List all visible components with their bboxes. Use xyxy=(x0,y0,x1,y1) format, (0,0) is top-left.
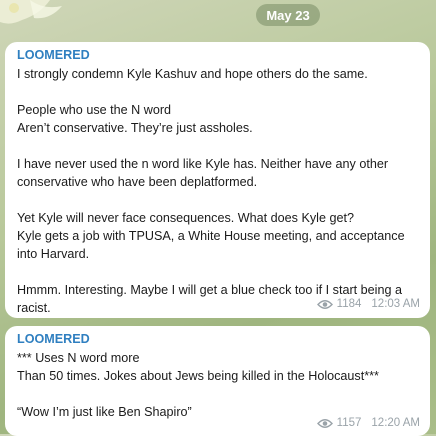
wallpaper-flower-decoration xyxy=(0,0,62,24)
eye-icon xyxy=(316,299,333,309)
message-paragraph: Yet Kyle will never face consequences. W… xyxy=(17,211,405,261)
message-bubble[interactable]: LOOMERED *** Uses N word more Than 50 ti… xyxy=(5,326,430,436)
eye-icon xyxy=(316,418,333,428)
message-bubble[interactable]: LOOMERED I strongly condemn Kyle Kashuv … xyxy=(5,42,430,318)
message-paragraph: *** Uses N word more Than 50 times. Joke… xyxy=(17,351,379,383)
sender-name[interactable]: LOOMERED xyxy=(17,330,418,348)
message-paragraph: I have never used the n word like Kyle h… xyxy=(17,157,389,189)
message-meta: 1157 12:20 AM xyxy=(316,414,420,432)
message-time: 12:20 AM xyxy=(371,417,420,429)
date-separator: May 23 xyxy=(256,4,320,26)
message-time: 12:03 AM xyxy=(371,298,420,310)
message-meta: 1184 12:03 AM xyxy=(316,295,420,313)
message-paragraph: People who use the N word Aren’t conserv… xyxy=(17,103,253,135)
view-count: 1157 xyxy=(336,417,362,429)
view-count: 1184 xyxy=(336,298,362,310)
sender-name[interactable]: LOOMERED xyxy=(17,46,418,64)
message-paragraph: I strongly condemn Kyle Kashuv and hope … xyxy=(17,67,368,81)
